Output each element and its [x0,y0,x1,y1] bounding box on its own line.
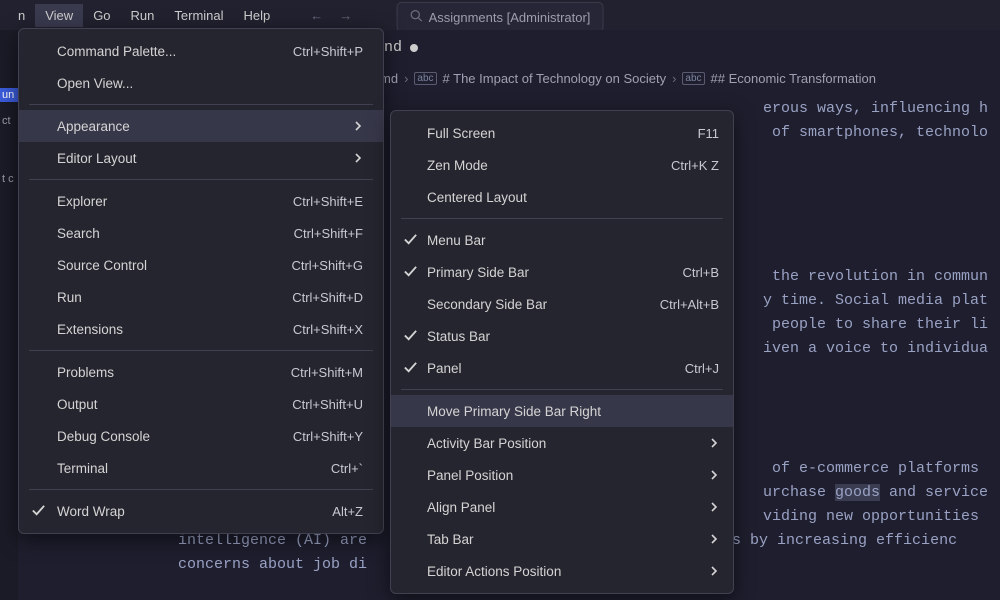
appearance-item[interactable]: Appearance [19,110,383,142]
editor-actions-position-item[interactable]: Editor Actions Position [391,555,733,587]
menu-go[interactable]: Go [83,4,120,27]
panel-item[interactable]: PanelCtrl+J [391,352,733,384]
full-screen-item[interactable]: Full ScreenF11 [391,117,733,149]
menu-view[interactable]: View [35,4,83,27]
panel-position-item[interactable]: Panel Position [391,459,733,491]
sliver-tag: un [0,88,18,102]
explorer-item[interactable]: ExplorerCtrl+Shift+E [19,185,383,217]
explorer-sliver: un ct t c [0,30,18,600]
chevron-right-icon [709,468,719,483]
check-icon [403,232,418,250]
terminal-item[interactable]: TerminalCtrl+` [19,452,383,484]
open-view-item[interactable]: Open View... [19,67,383,99]
separator [401,389,723,390]
nav-forward-icon[interactable]: → [339,8,352,23]
extensions-item[interactable]: ExtensionsCtrl+Shift+X [19,313,383,345]
chevron-right-icon [709,532,719,547]
separator [29,179,373,180]
separator [401,218,723,219]
chevron-right-icon [709,436,719,451]
chevron-right-icon [353,151,363,166]
tab-label: nd [384,39,402,56]
chevron-right-icon [353,119,363,134]
chevron-right-icon: › [404,71,408,86]
move-sidebar-right-item[interactable]: Move Primary Side Bar Right [391,395,733,427]
modified-dot-icon [410,44,418,52]
menu-truncated[interactable]: n [8,4,35,27]
nav-arrows: ← → [310,8,352,23]
search-item[interactable]: SearchCtrl+Shift+F [19,217,383,249]
check-icon [403,264,418,282]
tab-bar-item[interactable]: Tab Bar [391,523,733,555]
chevron-right-icon [709,564,719,579]
centered-layout-item[interactable]: Centered Layout [391,181,733,213]
menu-terminal[interactable]: Terminal [164,4,233,27]
separator [29,489,373,490]
debug-console-item[interactable]: Debug ConsoleCtrl+Shift+Y [19,420,383,452]
word-wrap-item[interactable]: Word WrapAlt+Z [19,495,383,527]
chevron-right-icon [709,500,719,515]
editor-layout-item[interactable]: Editor Layout [19,142,383,174]
separator [29,350,373,351]
run-item[interactable]: RunCtrl+Shift+D [19,281,383,313]
activity-bar-position-item[interactable]: Activity Bar Position [391,427,733,459]
source-control-item[interactable]: Source ControlCtrl+Shift+G [19,249,383,281]
check-icon [403,360,418,378]
title-text: Assignments [Administrator] [429,10,591,25]
menubar: n View Go Run Terminal Help ← → Assignme… [0,0,1000,30]
heading-icon: abc [414,72,436,85]
command-palette-item[interactable]: Command Palette...Ctrl+Shift+P [19,35,383,67]
menu-bar-item[interactable]: Menu Bar [391,224,733,256]
status-bar-item[interactable]: Status Bar [391,320,733,352]
menu-help[interactable]: Help [234,4,281,27]
secondary-sidebar-item[interactable]: Secondary Side BarCtrl+Alt+B [391,288,733,320]
bc-h1: # The Impact of Technology on Society [443,71,667,86]
chevron-right-icon: › [672,71,676,86]
nav-back-icon[interactable]: ← [310,8,323,23]
appearance-submenu: Full ScreenF11 Zen ModeCtrl+K Z Centered… [390,110,734,594]
search-icon [410,9,423,25]
problems-item[interactable]: ProblemsCtrl+Shift+M [19,356,383,388]
bc-h2: ## Economic Transformation [711,71,876,86]
align-panel-item[interactable]: Align Panel [391,491,733,523]
sliver-text2: t c [0,172,18,186]
menu-run[interactable]: Run [121,4,165,27]
view-menu-dropdown: Command Palette...Ctrl+Shift+P Open View… [18,28,384,534]
check-icon [403,328,418,346]
zen-mode-item[interactable]: Zen ModeCtrl+K Z [391,149,733,181]
check-icon [31,503,46,521]
separator [29,104,373,105]
title-search[interactable]: Assignments [Administrator] [397,2,604,32]
sliver-text: ct [0,114,18,128]
output-item[interactable]: OutputCtrl+Shift+U [19,388,383,420]
heading-icon: abc [682,72,704,85]
primary-sidebar-item[interactable]: Primary Side BarCtrl+B [391,256,733,288]
